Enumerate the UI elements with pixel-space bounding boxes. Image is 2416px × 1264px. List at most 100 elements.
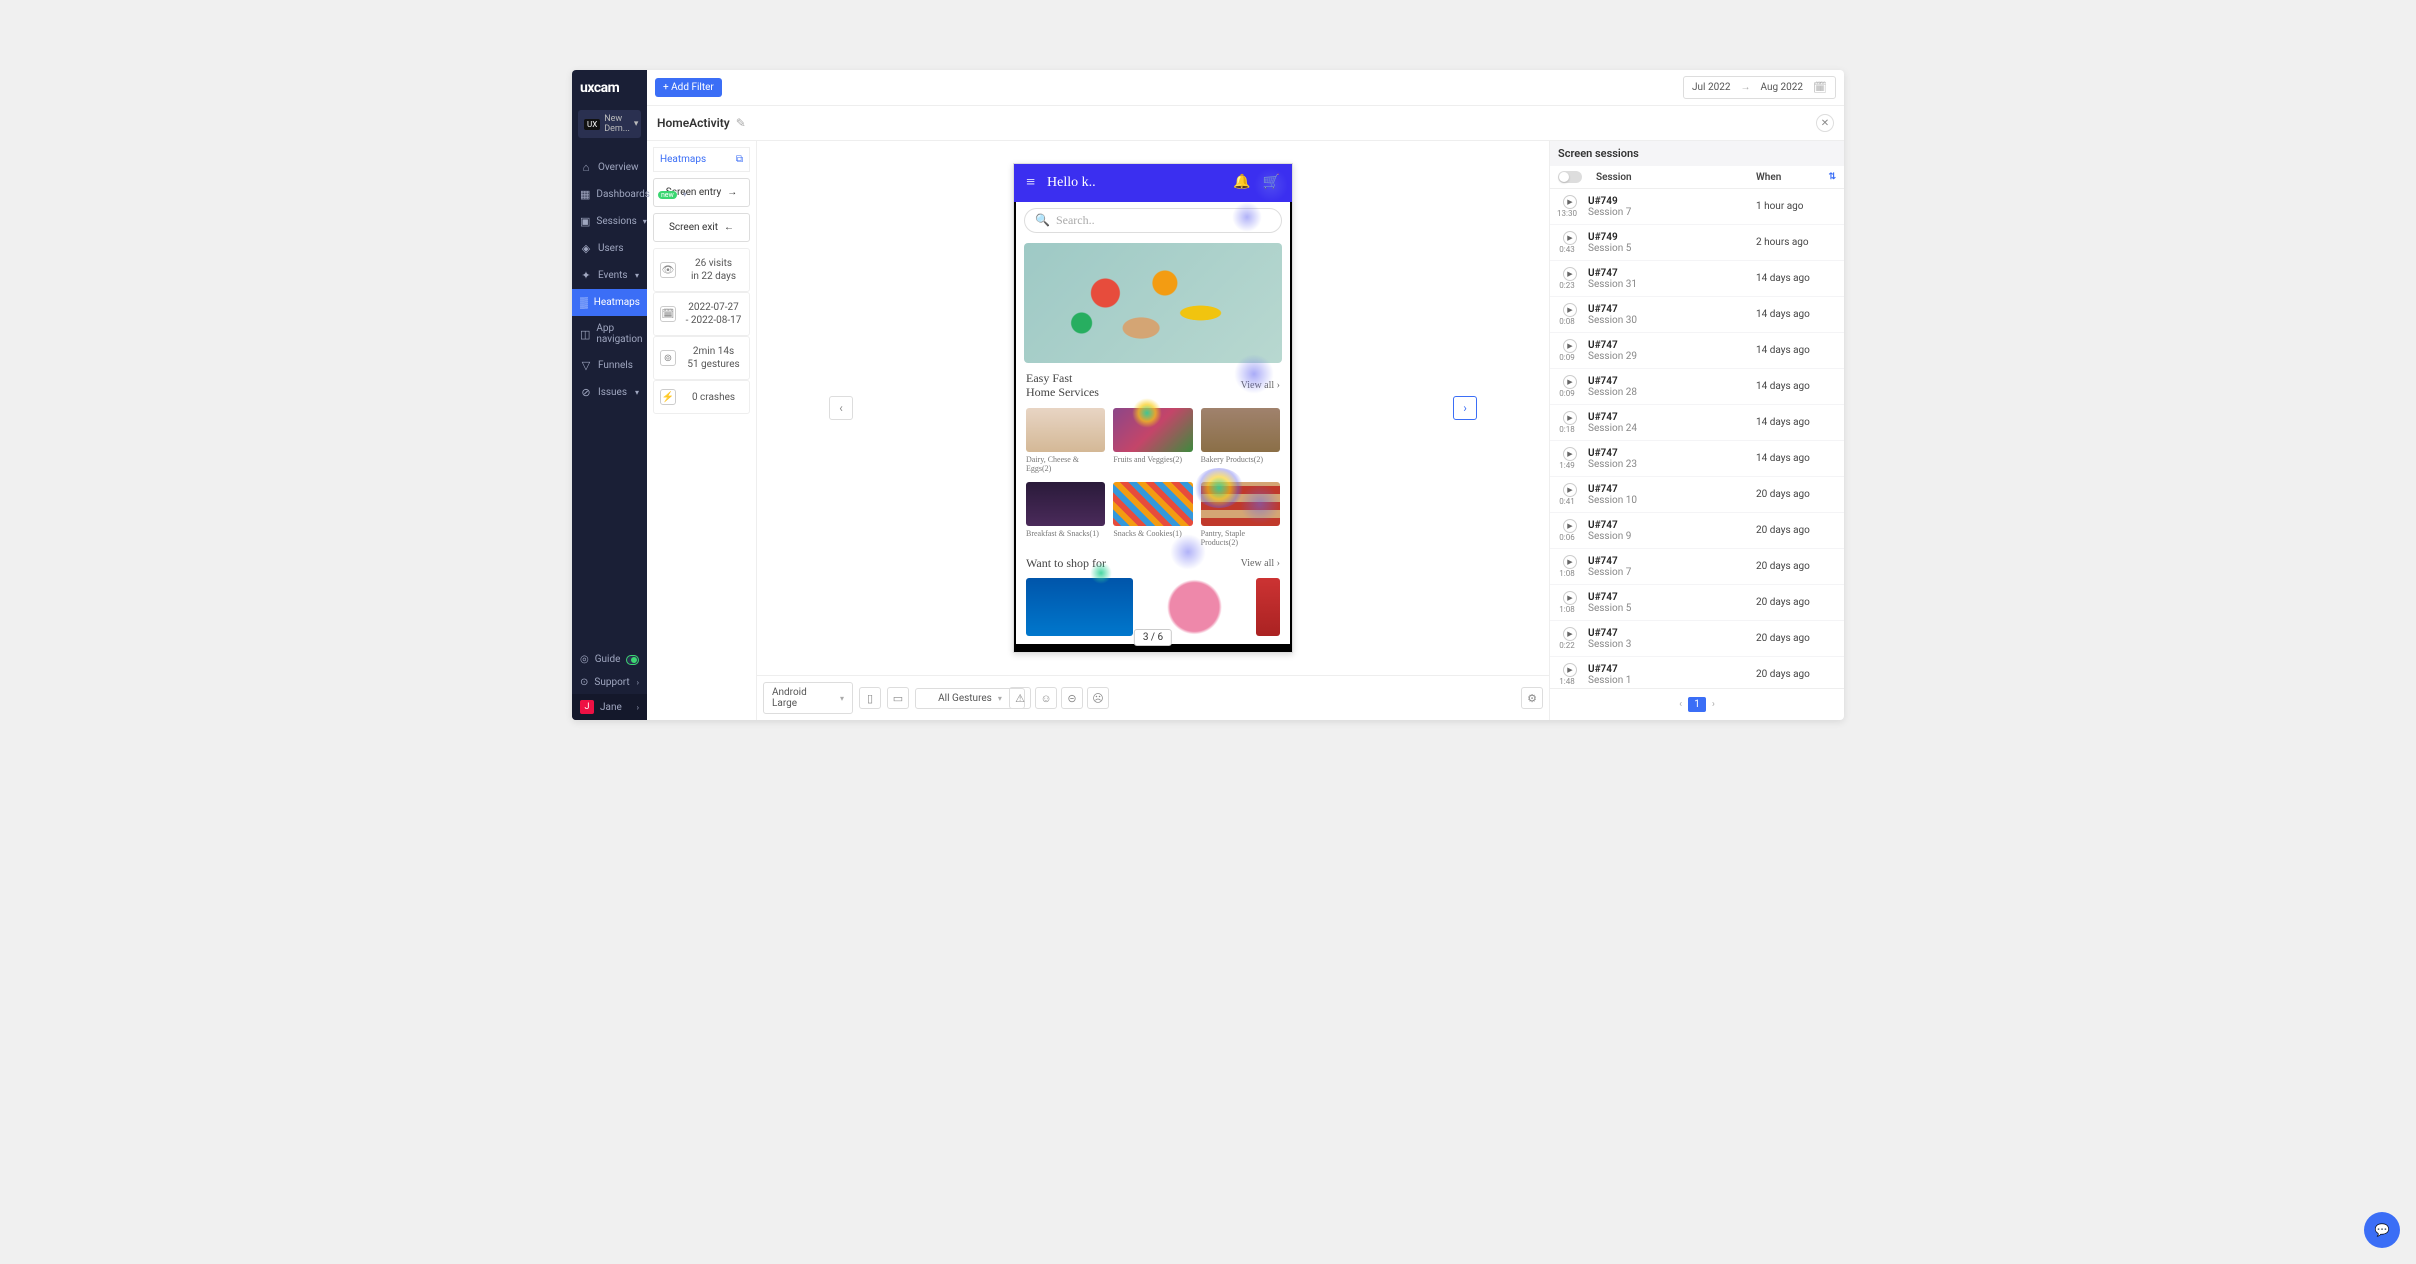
session-user: U#747 <box>1588 484 1756 495</box>
session-info: U#747Session 1 <box>1588 664 1756 686</box>
session-duration: 13:30 <box>1555 209 1579 218</box>
support-label: Support <box>594 677 629 688</box>
close-button[interactable]: ✕ <box>1816 114 1834 132</box>
sidebar-item-heatmaps[interactable]: ▒Heatmaps <box>572 289 647 316</box>
main: + Add Filter Jul 2022 → Aug 2022 🗓 HomeA… <box>647 70 1844 720</box>
phone-greeting: Hello k.. <box>1047 175 1221 191</box>
session-when: 2 hours ago <box>1756 237 1836 248</box>
sessions-toggle[interactable] <box>1558 171 1582 183</box>
guide-link[interactable]: ◎ Guide <box>572 648 647 671</box>
add-filter-button[interactable]: + Add Filter <box>655 78 722 97</box>
session-user: U#747 <box>1588 664 1756 675</box>
section-title-2: Want to shop for <box>1026 556 1106 570</box>
play-icon[interactable]: ▶ <box>1563 663 1577 677</box>
prev-screen-button[interactable]: ‹ <box>829 396 853 420</box>
device-select[interactable]: Android Large ▾ <box>763 682 853 714</box>
session-row[interactable]: ▶0:22U#747Session 320 days ago <box>1550 621 1844 657</box>
next-screen-button[interactable]: › <box>1453 396 1477 420</box>
sidebar-item-events[interactable]: ✦Events▾ <box>572 262 647 289</box>
filter-meh-button[interactable]: ⊝ <box>1061 687 1083 709</box>
play-icon[interactable]: ▶ <box>1563 447 1577 461</box>
session-row[interactable]: ▶1:49U#747Session 2314 days ago <box>1550 441 1844 477</box>
session-row[interactable]: ▶1:48U#747Session 120 days ago <box>1550 657 1844 688</box>
calendar-icon: 🗓 <box>1813 81 1827 94</box>
play-icon[interactable]: ▶ <box>1563 591 1577 605</box>
heatmaps-tab[interactable]: Heatmaps ⧉ <box>653 147 750 172</box>
sidebar-item-dashboards[interactable]: ▦Dashboardsnew▾ <box>572 181 647 208</box>
session-info: U#749Session 7 <box>1588 196 1756 218</box>
sidebar-item-users[interactable]: ◈Users <box>572 235 647 262</box>
nav-icon: ▒ <box>580 296 588 309</box>
page-next[interactable]: › <box>1712 699 1715 710</box>
category-item: Bakery Products(2) <box>1201 408 1280 474</box>
play-icon[interactable]: ▶ <box>1563 231 1577 245</box>
stat-icon: 👁 <box>660 262 676 278</box>
play-icon[interactable]: ▶ <box>1563 195 1577 209</box>
sessions-rows: ▶13:30U#749Session 71 hour ago▶0:43U#749… <box>1550 189 1844 688</box>
play-icon[interactable]: ▶ <box>1563 303 1577 317</box>
play-icon[interactable]: ▶ <box>1563 627 1577 641</box>
session-name: Session 28 <box>1588 387 1756 398</box>
session-when: 14 days ago <box>1756 345 1836 356</box>
session-row[interactable]: ▶0:09U#747Session 2814 days ago <box>1550 369 1844 405</box>
copy-icon[interactable]: ⧉ <box>736 154 743 165</box>
session-row[interactable]: ▶13:30U#749Session 71 hour ago <box>1550 189 1844 225</box>
settings-button[interactable]: ⚙ <box>1521 687 1543 709</box>
support-link[interactable]: ⊙ Support › <box>572 671 647 694</box>
category-image <box>1026 408 1105 452</box>
session-row[interactable]: ▶1:08U#747Session 720 days ago <box>1550 549 1844 585</box>
session-row[interactable]: ▶1:08U#747Session 520 days ago <box>1550 585 1844 621</box>
session-duration: 0:18 <box>1555 425 1579 434</box>
session-name: Session 5 <box>1588 243 1756 254</box>
user-menu[interactable]: J Jane › <box>572 694 647 720</box>
nav-label: Issues <box>598 387 627 398</box>
filter-sad-button[interactable]: ☹ <box>1087 687 1109 709</box>
phone-preview: ≡ Hello k.. 🔔 🛒 🔍 Search.. Easy <box>1013 163 1293 654</box>
play-icon[interactable]: ▶ <box>1563 339 1577 353</box>
app-selector[interactable]: UX New Dem... ▾ <box>578 110 641 138</box>
col-when-label: When <box>1756 172 1781 183</box>
session-row[interactable]: ▶0:18U#747Session 2414 days ago <box>1550 405 1844 441</box>
filter-warning-button[interactable]: ⚠ <box>1009 687 1031 709</box>
device-label: Android Large <box>772 687 834 709</box>
session-duration: 0:08 <box>1555 317 1579 326</box>
page-prev[interactable]: ‹ <box>1679 699 1682 710</box>
session-when: 20 days ago <box>1756 525 1836 536</box>
session-row[interactable]: ▶0:08U#747Session 3014 days ago <box>1550 297 1844 333</box>
stat-icon: 🗓 <box>660 306 676 322</box>
session-row[interactable]: ▶0:41U#747Session 1020 days ago <box>1550 477 1844 513</box>
page-header: HomeActivity ✎ ✕ <box>647 106 1844 141</box>
play-icon[interactable]: ▶ <box>1563 375 1577 389</box>
edit-icon[interactable]: ✎ <box>736 116 746 130</box>
page-current[interactable]: 1 <box>1688 697 1706 712</box>
sidebar-item-issues[interactable]: ⊘Issues▾ <box>572 379 647 406</box>
col-session[interactable]: Session <box>1596 172 1756 183</box>
section-head-1: Easy Fast Home Services View all › <box>1014 367 1292 404</box>
session-row[interactable]: ▶0:43U#749Session 52 hours ago <box>1550 225 1844 261</box>
col-when[interactable]: When ⇅ <box>1756 172 1836 183</box>
sidebar-item-app-navigation[interactable]: ◫App navigation <box>572 316 647 352</box>
nav-icon: ✦ <box>580 269 592 282</box>
landscape-button[interactable]: ▭ <box>887 687 909 709</box>
session-row[interactable]: ▶0:06U#747Session 920 days ago <box>1550 513 1844 549</box>
play-icon[interactable]: ▶ <box>1563 519 1577 533</box>
screen-exit-button[interactable]: Screen exit ← <box>653 213 750 242</box>
play-icon[interactable]: ▶ <box>1563 555 1577 569</box>
topbar: + Add Filter Jul 2022 → Aug 2022 🗓 <box>647 70 1844 106</box>
category-image <box>1201 408 1280 452</box>
play-icon[interactable]: ▶ <box>1563 483 1577 497</box>
play-icon[interactable]: ▶ <box>1563 267 1577 281</box>
portrait-button[interactable]: ▯ <box>859 687 881 709</box>
sidebar-item-sessions[interactable]: ▣Sessions▾ <box>572 208 647 235</box>
session-when: 20 days ago <box>1756 489 1836 500</box>
sidebar-item-overview[interactable]: ⌂Overview <box>572 154 647 181</box>
session-name: Session 9 <box>1588 531 1756 542</box>
category-item: Snacks & Cookies(1) <box>1113 482 1192 548</box>
sidebar-item-funnels[interactable]: ▽Funnels <box>572 352 647 379</box>
date-range-picker[interactable]: Jul 2022 → Aug 2022 🗓 <box>1683 76 1836 99</box>
search-placeholder: Search.. <box>1056 213 1095 228</box>
session-row[interactable]: ▶0:09U#747Session 2914 days ago <box>1550 333 1844 369</box>
session-row[interactable]: ▶0:23U#747Session 3114 days ago <box>1550 261 1844 297</box>
filter-neutral-button[interactable]: ☺ <box>1035 687 1057 709</box>
play-icon[interactable]: ▶ <box>1563 411 1577 425</box>
